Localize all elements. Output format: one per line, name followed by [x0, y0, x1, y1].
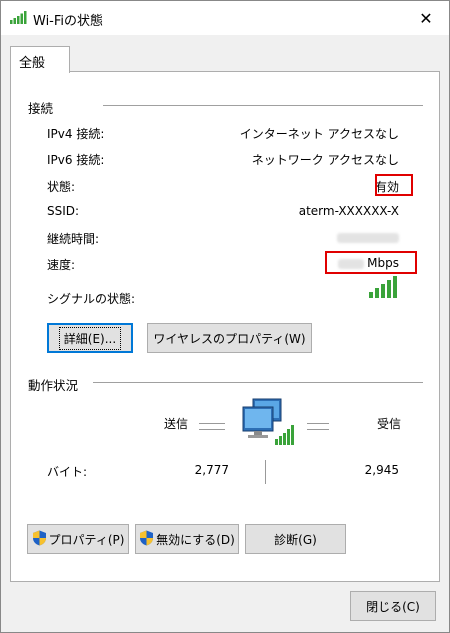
duration-label: 継続時間:	[47, 232, 100, 246]
wireless-properties-button-label: ワイヤレスのプロパティ(W)	[153, 331, 306, 346]
close-dialog-button[interactable]: 閉じる(C)	[350, 591, 436, 621]
bytes-label: バイト:	[47, 465, 88, 479]
sent-label: 送信	[164, 417, 189, 431]
diagnose-button-label: 診断(G)	[274, 532, 317, 547]
close-window-button[interactable]: ✕	[403, 1, 449, 35]
window-title: Wi-Fiの状態	[33, 14, 104, 29]
speed-highlight-box	[325, 251, 417, 274]
uac-shield-icon	[32, 530, 47, 549]
close-icon: ✕	[419, 8, 433, 28]
ipv6-label: IPv6 接続:	[47, 153, 105, 167]
sent-line	[199, 423, 225, 430]
title-bar: Wi-Fiの状態 ✕	[1, 1, 449, 35]
state-highlight-box	[375, 174, 413, 196]
details-button-label: 詳細(E)...	[58, 326, 122, 350]
activity-section-label: 動作状況	[28, 378, 79, 393]
activity-divider	[93, 382, 423, 383]
bytes-received-value: 2,945	[364, 463, 399, 477]
disable-button-label: 無効にする(D)	[156, 532, 235, 547]
ssid-label: SSID:	[47, 204, 80, 218]
tab-general[interactable]: 全般	[10, 46, 70, 73]
diagnose-button[interactable]: 診断(G)	[245, 524, 346, 554]
connection-section-label: 接続	[28, 101, 54, 116]
general-panel: 接続 IPv4 接続: インターネット アクセスなし IPv6 接続: ネットワ…	[10, 71, 440, 582]
tab-general-label: 全般	[19, 56, 46, 71]
received-line	[307, 423, 329, 430]
duration-value	[337, 230, 399, 244]
signal-strength-icon	[369, 276, 399, 301]
disable-button[interactable]: 無効にする(D)	[135, 524, 239, 554]
wifi-status-dialog: Wi-Fiの状態 ✕ 全般 接続 IPv4 接続: インターネット アクセスなし…	[0, 0, 450, 633]
uac-shield-icon	[139, 530, 154, 549]
wireless-properties-button[interactable]: ワイヤレスのプロパティ(W)	[147, 323, 312, 353]
bytes-sent-value: 2,777	[194, 463, 229, 477]
details-button[interactable]: 詳細(E)...	[47, 323, 133, 353]
properties-button-label: プロパティ(P)	[48, 532, 125, 547]
state-label: 状態:	[47, 180, 76, 194]
bytes-separator	[265, 460, 266, 484]
ipv6-value: ネットワーク アクセスなし	[251, 153, 399, 167]
ipv4-label: IPv4 接続:	[47, 127, 105, 141]
connection-divider	[103, 105, 423, 106]
ipv4-value: インターネット アクセスなし	[239, 127, 399, 141]
speed-label: 速度:	[47, 258, 76, 272]
ssid-value: aterm-XXXXXX-X	[298, 204, 399, 218]
received-label: 受信	[377, 417, 402, 431]
network-computers-icon	[239, 397, 299, 452]
wifi-signal-icon	[10, 11, 28, 27]
signal-label: シグナルの状態:	[47, 292, 136, 306]
close-dialog-button-label: 閉じる(C)	[366, 599, 420, 614]
properties-button[interactable]: プロパティ(P)	[27, 524, 129, 554]
